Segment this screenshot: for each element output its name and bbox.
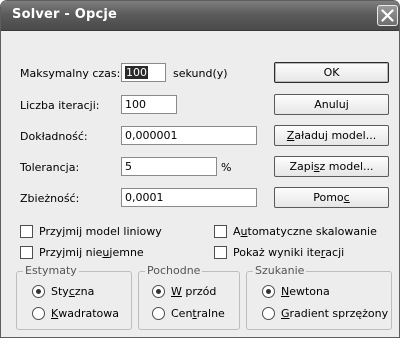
convergence-input[interactable]: 0,0001	[121, 188, 257, 207]
convergence-label: Zbieżność:	[20, 192, 80, 205]
estimates-quadratic-label: Kwadratowa	[51, 307, 119, 320]
show-iterations-label: Pokaż wyniki iteracji	[233, 246, 345, 259]
max-time-input[interactable]: 100	[121, 63, 166, 82]
non-negative-checkbox[interactable]	[20, 246, 33, 259]
linear-model-label: Przyjmij model liniowy	[39, 225, 162, 238]
tolerance-label: Tolerancja:	[20, 161, 80, 174]
precision-input[interactable]: 0,000001	[121, 126, 257, 145]
title-bar[interactable]: Solver - Opcje	[1, 1, 399, 31]
iterations-input[interactable]: 100	[121, 95, 177, 114]
derivatives-central-label: Centralne	[171, 307, 225, 320]
estimates-tangent-radio[interactable]	[32, 285, 45, 298]
linear-model-checkbox[interactable]	[20, 225, 33, 238]
auto-scaling-label: Automatyczne skalowanie	[233, 225, 377, 238]
close-button[interactable]	[377, 5, 398, 26]
derivatives-forward-label: W przód	[171, 285, 217, 298]
cancel-button[interactable]: Anuluj	[274, 94, 389, 115]
tolerance-input[interactable]: 5	[121, 157, 217, 176]
precision-label: Dokładność:	[20, 130, 88, 143]
search-conjugate-radio[interactable]	[262, 307, 275, 320]
derivatives-forward-radio[interactable]	[152, 285, 165, 298]
load-model-button[interactable]: Załaduj model...	[274, 125, 389, 146]
solver-options-dialog: Solver - Opcje Maksymalny czas: 100 seku…	[0, 0, 400, 338]
show-iterations-checkbox[interactable]	[214, 246, 227, 259]
max-time-unit: sekund(y)	[173, 67, 228, 80]
search-newton-radio[interactable]	[262, 285, 275, 298]
derivatives-group-title: Pochodne	[145, 264, 203, 277]
ok-button[interactable]: OK	[274, 62, 389, 83]
tolerance-unit: %	[221, 161, 232, 174]
window-title: Solver - Opcje	[12, 7, 118, 22]
estimates-group: Estymaty	[16, 264, 132, 330]
derivatives-group: Pochodne	[138, 264, 240, 330]
help-button[interactable]: Pomoc	[274, 187, 389, 208]
estimates-tangent-label: Styczna	[51, 285, 95, 298]
estimates-group-title: Estymaty	[23, 264, 79, 277]
search-conjugate-label: Gradient sprzężony	[281, 307, 389, 320]
save-model-button[interactable]: Zapisz model...	[274, 156, 389, 177]
iterations-label: Liczba iteracji:	[20, 99, 100, 112]
estimates-quadratic-radio[interactable]	[32, 307, 45, 320]
derivatives-central-radio[interactable]	[152, 307, 165, 320]
auto-scaling-checkbox[interactable]	[214, 225, 227, 238]
max-time-label: Maksymalny czas:	[20, 67, 121, 80]
search-group-title: Szukanie	[253, 264, 307, 277]
non-negative-label: Przyjmij nieujemne	[39, 246, 144, 259]
search-group: Szukanie	[246, 264, 392, 330]
search-newton-label: Newtona	[281, 285, 330, 298]
